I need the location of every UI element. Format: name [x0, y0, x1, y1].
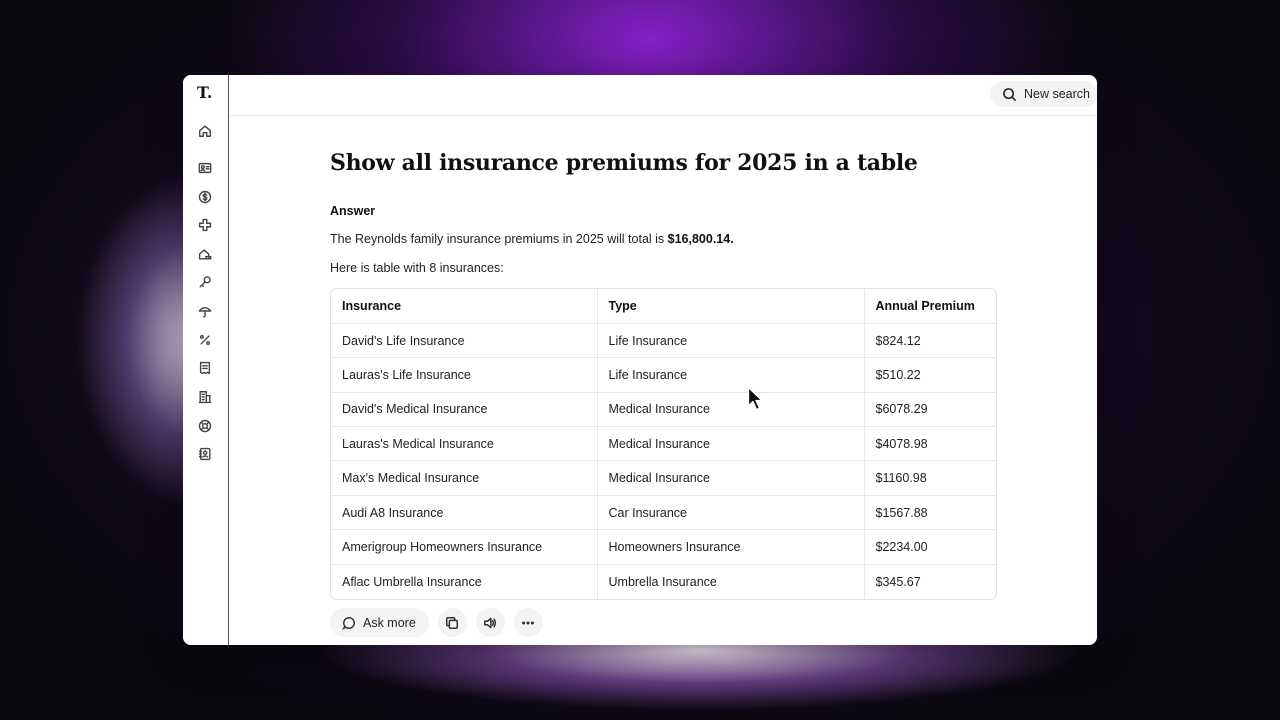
top-bar: New search: [229, 75, 1097, 116]
summary-total: $16,800.14.: [667, 232, 734, 246]
answer-heading: Answer: [330, 204, 376, 218]
insurance-cell: David's Life Insurance: [331, 323, 598, 359]
sidebar: T.: [183, 75, 229, 645]
table-row: Lauras's Life Insurance Life Insurance $…: [331, 357, 996, 393]
column-header-insurance: Insurance: [331, 289, 598, 324]
type-cell: Life Insurance: [597, 357, 865, 393]
premium-cell: $510.22: [864, 357, 996, 393]
chat-bubble-icon: [342, 616, 355, 630]
id-card-icon[interactable]: [197, 160, 213, 176]
more-options-button[interactable]: [513, 608, 543, 637]
building-icon[interactable]: [197, 389, 213, 405]
premium-cell: $2234.00: [864, 529, 996, 565]
copy-button[interactable]: [437, 608, 467, 637]
lifebuoy-icon[interactable]: [197, 418, 213, 434]
mouse-cursor-icon: [747, 386, 763, 411]
receipt-icon[interactable]: [197, 360, 213, 376]
answer-summary: The Reynolds family insurance premiums i…: [330, 232, 734, 246]
insurance-cell: Max's Medical Insurance: [331, 460, 598, 496]
ask-more-button[interactable]: Ask more: [330, 608, 429, 637]
new-search-button[interactable]: New search: [990, 81, 1097, 107]
table-row: Audi A8 Insurance Car Insurance $1567.88: [331, 495, 996, 531]
premium-cell: $824.12: [864, 323, 996, 359]
medical-cross-icon[interactable]: [197, 217, 213, 233]
table-row: Amerigroup Homeowners Insurance Homeowne…: [331, 529, 996, 565]
table-intro: Here is table with 8 insurances:: [330, 261, 504, 275]
type-cell: Medical Insurance: [597, 392, 865, 428]
premium-cell: $1160.98: [864, 460, 996, 496]
answer-actions: Ask more: [330, 608, 543, 637]
table-row: Lauras's Medical Insurance Medical Insur…: [331, 426, 996, 462]
premium-cell: $1567.88: [864, 495, 996, 531]
contact-book-icon[interactable]: [197, 446, 213, 462]
type-cell: Umbrella Insurance: [597, 564, 865, 599]
type-cell: Life Insurance: [597, 323, 865, 359]
ask-more-label: Ask more: [363, 615, 416, 630]
type-cell: Medical Insurance: [597, 460, 865, 496]
table-row: David's Medical Insurance Medical Insura…: [331, 392, 996, 428]
home-icon[interactable]: [197, 123, 213, 139]
type-cell: Medical Insurance: [597, 426, 865, 462]
summary-text: The Reynolds family insurance premiums i…: [330, 232, 668, 246]
table-row: Max's Medical Insurance Medical Insuranc…: [331, 460, 996, 496]
app-window: T. New search Show all insurance premium…: [183, 75, 1097, 645]
speaker-icon: [484, 617, 497, 628]
type-cell: Homeowners Insurance: [597, 529, 865, 565]
table-header-row: Insurance Type Annual Premium: [331, 289, 996, 324]
search-icon: [1003, 87, 1017, 101]
premium-cell: $345.67: [875, 574, 921, 589]
question-title: Show all insurance premiums for 2025 in …: [330, 150, 918, 176]
column-header-type: Type: [597, 289, 865, 324]
dollar-circle-icon[interactable]: [197, 189, 213, 205]
insurance-cell: David's Medical Insurance: [331, 392, 598, 428]
insurance-cell: Aflac Umbrella Insurance: [331, 564, 598, 599]
column-header-annual-premium: Annual Premium: [864, 289, 996, 324]
percent-icon[interactable]: [197, 332, 213, 348]
key-icon[interactable]: [197, 274, 213, 290]
read-aloud-button[interactable]: [475, 608, 505, 637]
premium-cell: $4078.98: [864, 426, 996, 462]
table-row: Aflac Umbrella Insurance Umbrella Insura…: [331, 564, 996, 599]
insurance-cell: Lauras's Life Insurance: [331, 357, 598, 393]
insurance-cell: Audi A8 Insurance: [331, 495, 598, 531]
insurance-cell: Amerigroup Homeowners Insurance: [331, 529, 598, 565]
premium-cell: $6078.29: [864, 392, 996, 428]
premiums-table: Insurance Type Annual Premium David's Li…: [330, 288, 997, 600]
umbrella-icon[interactable]: [197, 303, 213, 319]
table-row: David's Life Insurance Life Insurance $8…: [331, 323, 996, 359]
type-cell: Car Insurance: [597, 495, 865, 531]
app-logo[interactable]: T.: [197, 83, 212, 102]
insurance-cell: Lauras's Medical Insurance: [331, 426, 598, 462]
copy-icon: [446, 616, 459, 629]
more-icon: [522, 620, 535, 625]
house-car-icon[interactable]: [197, 246, 213, 262]
new-search-label: New search: [1024, 87, 1090, 101]
